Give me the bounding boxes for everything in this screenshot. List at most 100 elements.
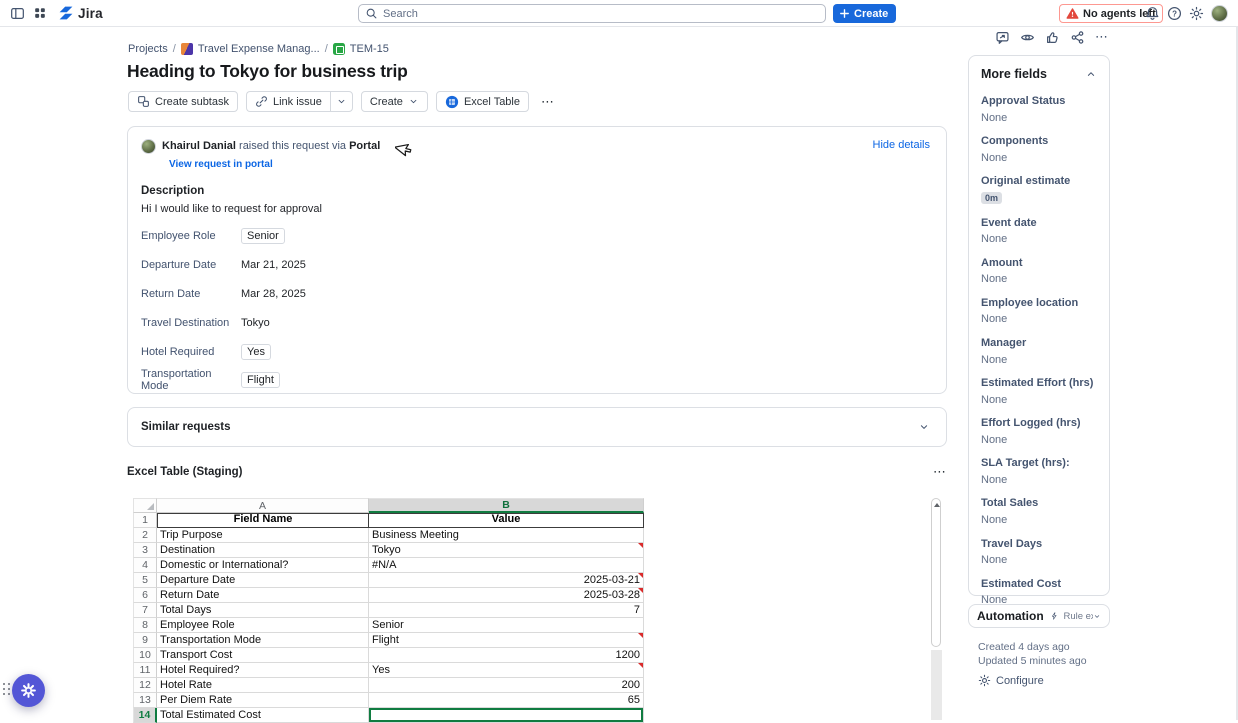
spreadsheet-cell-b[interactable]: 1200 <box>369 648 644 663</box>
scroll-up-arrow-icon[interactable] <box>934 503 940 507</box>
spreadsheet-cell-b[interactable]: Flight <box>369 633 644 648</box>
page-title[interactable]: Heading to Tokyo for business trip <box>127 61 408 82</box>
search-input[interactable] <box>383 8 819 20</box>
sidebar-field-value[interactable]: None <box>981 393 1097 407</box>
chevron-down-icon[interactable] <box>918 421 930 433</box>
row-number[interactable]: 2 <box>133 528 157 543</box>
field-value[interactable]: Flight <box>241 372 280 388</box>
help-button[interactable]: ? <box>1167 6 1182 21</box>
jira-logo[interactable]: Jira <box>58 5 103 21</box>
spreadsheet-cell-a[interactable]: Field Name <box>157 513 369 528</box>
create-button[interactable]: Create <box>833 4 896 23</box>
row-number[interactable]: 1 <box>133 513 157 528</box>
spreadsheet-cell-b[interactable]: 2025-03-28 <box>369 588 644 603</box>
spreadsheet-cell-b[interactable]: Tokyo <box>369 543 644 558</box>
spreadsheet-cell-a[interactable]: Return Date <box>157 588 369 603</box>
spreadsheet-cell-b[interactable]: Business Meeting <box>369 528 644 543</box>
excel-section-more-button[interactable]: ⋯ <box>933 464 947 480</box>
spreadsheet-cell-b[interactable] <box>369 708 644 723</box>
row-number[interactable]: 13 <box>133 693 157 708</box>
field-value[interactable]: Mar 28, 2025 <box>241 288 306 300</box>
row-number[interactable]: 11 <box>133 663 157 678</box>
create-dropdown-button[interactable]: Create <box>361 91 428 112</box>
link-issue-button[interactable]: Link issue <box>246 91 330 112</box>
sidebar-field-value[interactable]: None <box>981 433 1097 447</box>
sidebar-field-value[interactable]: None <box>981 473 1097 487</box>
toolbar-more-button[interactable]: ⋯ <box>537 94 559 110</box>
spreadsheet-cell-a[interactable]: Domestic or International? <box>157 558 369 573</box>
select-all-corner[interactable] <box>133 498 157 513</box>
reporter-avatar[interactable] <box>141 139 156 154</box>
row-number[interactable]: 8 <box>133 618 157 633</box>
spreadsheet-cell-b[interactable]: 2025-03-21 <box>369 573 644 588</box>
create-subtask-button[interactable]: Create subtask <box>128 91 238 112</box>
spreadsheet-cell-a[interactable]: Employee Role <box>157 618 369 633</box>
scrollbar-track[interactable] <box>931 650 942 720</box>
hide-details-button[interactable]: Hide details <box>873 139 930 151</box>
spreadsheet-cell-a[interactable]: Hotel Rate <box>157 678 369 693</box>
column-header-b[interactable]: B <box>369 498 644 513</box>
more-fields-header[interactable]: More fields <box>981 67 1097 81</box>
spreadsheet-cell-a[interactable]: Transport Cost <box>157 648 369 663</box>
reporter-name[interactable]: Khairul Danial <box>162 140 236 152</box>
global-search[interactable] <box>358 4 826 23</box>
description-text[interactable]: Hi I would like to request for approval <box>141 203 930 215</box>
view-request-in-portal-link[interactable]: View request in portal <box>169 159 273 170</box>
row-number[interactable]: 7 <box>133 603 157 618</box>
sidebar-field-value[interactable]: None <box>981 151 1097 165</box>
spreadsheet-cell-a[interactable]: Hotel Required? <box>157 663 369 678</box>
row-number[interactable]: 9 <box>133 633 157 648</box>
spreadsheet-cell-a[interactable]: Transportation Mode <box>157 633 369 648</box>
sidebar-field-value[interactable]: None <box>981 312 1097 326</box>
field-value[interactable]: Mar 21, 2025 <box>241 259 306 271</box>
automation-panel[interactable]: Automation Rule ex... <box>968 604 1110 628</box>
sidebar-field-value[interactable]: None <box>981 232 1097 246</box>
app-switcher-button[interactable] <box>33 6 47 20</box>
more-actions-button[interactable]: ⋯ <box>1095 29 1109 45</box>
excel-table-button[interactable]: Excel Table <box>436 91 529 112</box>
row-number[interactable]: 5 <box>133 573 157 588</box>
sidebar-field-value[interactable]: None <box>981 272 1097 286</box>
spreadsheet-cell-a[interactable]: Per Diem Rate <box>157 693 369 708</box>
spreadsheet-cell-a[interactable]: Total Estimated Cost <box>157 708 369 723</box>
spreadsheet-cell-b[interactable]: Value <box>369 513 644 528</box>
sidebar-toggle-button[interactable] <box>10 6 25 21</box>
spreadsheet-cell-b[interactable]: 65 <box>369 693 644 708</box>
watch-button[interactable] <box>1020 30 1035 45</box>
field-value[interactable]: Tokyo <box>241 317 270 329</box>
row-number[interactable]: 6 <box>133 588 157 603</box>
vote-button[interactable] <box>1045 30 1060 45</box>
feedback-button[interactable] <box>995 30 1010 45</box>
spreadsheet-cell-b[interactable]: 7 <box>369 603 644 618</box>
row-number[interactable]: 14 <box>133 708 157 723</box>
row-number[interactable]: 10 <box>133 648 157 663</box>
spreadsheet-cell-b[interactable]: Senior <box>369 618 644 633</box>
sidebar-field-value[interactable]: None <box>981 513 1097 527</box>
similar-requests-card[interactable]: Similar requests <box>127 407 947 447</box>
share-button[interactable] <box>1070 30 1085 45</box>
sidebar-field-value[interactable]: None <box>981 353 1097 367</box>
row-number[interactable]: 4 <box>133 558 157 573</box>
spreadsheet-cell-b[interactable]: 200 <box>369 678 644 693</box>
spreadsheet-cell-a[interactable]: Destination <box>157 543 369 558</box>
spreadsheet-cell-b[interactable]: Yes <box>369 663 644 678</box>
settings-button[interactable] <box>1189 6 1204 21</box>
sidebar-field-value[interactable]: None <box>981 111 1097 125</box>
breadcrumb-issue-key[interactable]: TEM-15 <box>350 43 389 55</box>
spreadsheet-cell-a[interactable]: Total Days <box>157 603 369 618</box>
user-avatar[interactable] <box>1211 5 1228 22</box>
field-value[interactable]: Yes <box>241 344 271 360</box>
sidebar-field-value[interactable]: 0m <box>981 192 1002 204</box>
row-number[interactable]: 12 <box>133 678 157 693</box>
link-issue-dropdown-button[interactable] <box>330 91 353 112</box>
assistant-button[interactable] <box>12 674 45 707</box>
field-value[interactable]: Senior <box>241 228 285 244</box>
column-header-a[interactable]: A <box>157 498 369 513</box>
row-number[interactable]: 3 <box>133 543 157 558</box>
scrollbar-thumb[interactable] <box>931 498 941 647</box>
breadcrumb-project[interactable]: Travel Expense Manag... <box>198 43 320 55</box>
configure-button[interactable]: Configure <box>978 674 1087 687</box>
notifications-button[interactable] <box>1145 6 1160 21</box>
spreadsheet-cell-a[interactable]: Trip Purpose <box>157 528 369 543</box>
breadcrumb-projects[interactable]: Projects <box>128 43 168 55</box>
